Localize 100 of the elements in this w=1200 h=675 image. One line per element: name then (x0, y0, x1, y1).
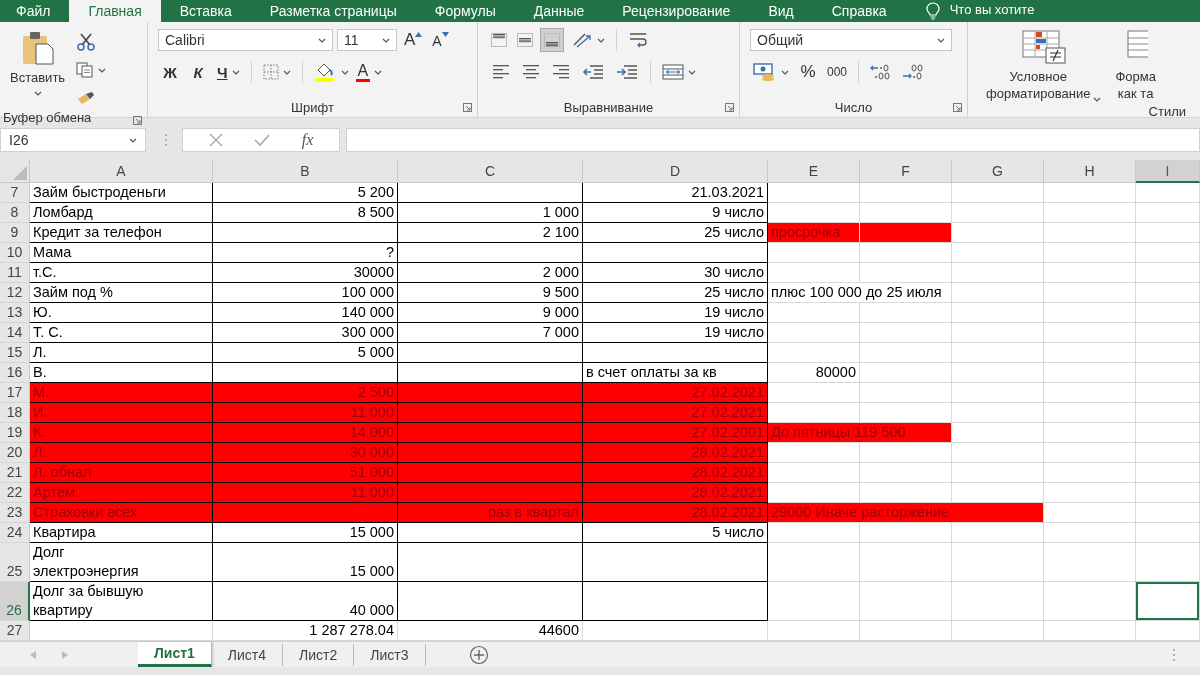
table-cell (1136, 323, 1200, 343)
caret-icon (688, 69, 696, 75)
sheet-tab[interactable]: Лист3 (354, 644, 426, 666)
column-header[interactable]: A (30, 160, 213, 183)
table-cell (1136, 483, 1200, 503)
merge-cells-icon (662, 63, 684, 81)
paint-bucket-icon (313, 62, 334, 82)
ribbon-tab[interactable]: Разметка страницы (250, 0, 416, 22)
table-cell: т.С. (30, 263, 213, 283)
italic-button[interactable]: К (186, 60, 210, 84)
row-header[interactable]: 24 (0, 523, 30, 543)
table-cell: 15 000 (213, 523, 398, 543)
sheet-tab[interactable]: Лист1 (138, 642, 212, 667)
row-header[interactable]: 12 (0, 283, 30, 303)
caret-icon (597, 37, 605, 43)
thousands-button[interactable]: 000 (824, 60, 851, 84)
column-header[interactable]: B (213, 160, 398, 183)
table-cell (1136, 443, 1200, 463)
table-cell: 2 000 (398, 263, 583, 283)
sheet-tab[interactable]: Лист4 (211, 644, 284, 666)
row-header[interactable]: 25 (0, 543, 30, 582)
font-color-button[interactable]: A (352, 60, 386, 84)
dialog-launcher-icon (463, 103, 472, 112)
row-header[interactable]: 9 (0, 223, 30, 243)
row-header[interactable]: 27 (0, 621, 30, 641)
row-header[interactable]: 14 (0, 323, 30, 343)
column-header[interactable]: D (583, 160, 768, 183)
tell-me-search[interactable]: Что вы хотите (949, 0, 1035, 22)
caret-icon (231, 69, 240, 75)
table-cell: 2 100 (398, 223, 583, 243)
conditional-formatting-button[interactable]: Условное форматирование (974, 28, 1106, 104)
ribbon-tab[interactable]: Справка (812, 0, 906, 22)
ribbon-tab[interactable]: Вид (749, 0, 813, 22)
underline-button[interactable]: Ч (214, 60, 243, 84)
row-header[interactable]: 11 (0, 263, 30, 283)
bottom-align-button[interactable] (540, 28, 564, 52)
paste-button[interactable]: Вставить (6, 28, 70, 98)
ribbon-tab[interactable]: Данные (514, 0, 604, 22)
caret-icon (318, 37, 326, 43)
table-cell: раз в квартал (398, 503, 583, 523)
sheet-tab[interactable]: Лист2 (283, 644, 355, 666)
increase-decimal-icon (870, 63, 893, 81)
format-as-table-button[interactable]: Форма как та (1109, 28, 1160, 104)
ribbon-tab[interactable]: Главная (69, 0, 161, 22)
formula-field[interactable] (346, 128, 1200, 152)
row-header[interactable]: 22 (0, 483, 30, 503)
table-cell: 28.02.2021 (583, 483, 768, 503)
ribbon-tab[interactable]: Формулы (415, 0, 515, 22)
table-cell: Долг за бывшую квартиру (30, 582, 213, 621)
table-cell: 2 500 (213, 383, 398, 403)
bold-button[interactable]: Ж (158, 60, 182, 84)
name-box[interactable]: I26 (0, 128, 146, 152)
ribbon-tab[interactable]: Рецензирование (603, 0, 750, 22)
percent-button[interactable]: % (796, 60, 820, 84)
column-header[interactable]: I (1136, 160, 1200, 183)
row-header[interactable]: 8 (0, 203, 30, 223)
row-header[interactable]: 26 (0, 582, 30, 621)
shrink-font-button[interactable]: A (429, 28, 452, 52)
table-cell (1136, 303, 1200, 323)
active-cell[interactable] (1136, 582, 1200, 621)
dialog-launcher-icon (953, 103, 962, 112)
group-label: Число (834, 99, 873, 115)
row-header[interactable]: 21 (0, 463, 30, 483)
borders-icon (262, 64, 279, 80)
table-cell: Ломбард (30, 203, 213, 223)
caret-icon (1093, 97, 1102, 102)
row-header[interactable]: 19 (0, 423, 30, 443)
column-header[interactable]: C (398, 160, 583, 183)
table-cell: 15 000 (213, 543, 398, 582)
column-header[interactable]: H (1044, 160, 1136, 183)
row-header[interactable]: 17 (0, 383, 30, 403)
row-header[interactable]: 7 (0, 183, 30, 203)
insert-function-button[interactable]: fx (298, 128, 317, 152)
lightbulb-icon (925, 2, 940, 20)
ribbon-tab[interactable]: Вставка (160, 0, 251, 22)
caret-icon (374, 69, 383, 75)
row-header[interactable]: 20 (0, 443, 30, 463)
row-header[interactable]: 18 (0, 403, 30, 423)
table-cell: 28.02.2021 (583, 463, 768, 483)
grow-font-button[interactable]: A (401, 28, 426, 52)
number-format-field[interactable]: Общий (750, 29, 952, 51)
row-header[interactable]: 15 (0, 343, 30, 363)
row-header[interactable]: 16 (0, 363, 30, 383)
column-header[interactable]: G (952, 160, 1044, 183)
table-cell: Л. обнал (30, 463, 213, 483)
row-header[interactable]: 13 (0, 303, 30, 323)
down-triangle-icon (441, 32, 449, 37)
table-cell: И. (30, 403, 213, 423)
font-name-field[interactable]: Calibri (158, 29, 333, 51)
row-header[interactable]: 10 (0, 243, 30, 263)
left-arrow-icon (30, 650, 36, 659)
table-cell: 30000 (213, 263, 398, 283)
ribbon-tab[interactable]: Файл (0, 0, 70, 22)
table-cell (1136, 423, 1200, 443)
column-header[interactable]: F (860, 160, 952, 183)
column-header[interactable]: E (768, 160, 860, 183)
table-cell: плюс 100 000 до 25 июля (768, 283, 952, 303)
row-header[interactable]: 23 (0, 503, 30, 523)
table-cell: 9 500 (398, 283, 583, 303)
font-size-field[interactable]: 11 (337, 29, 397, 51)
